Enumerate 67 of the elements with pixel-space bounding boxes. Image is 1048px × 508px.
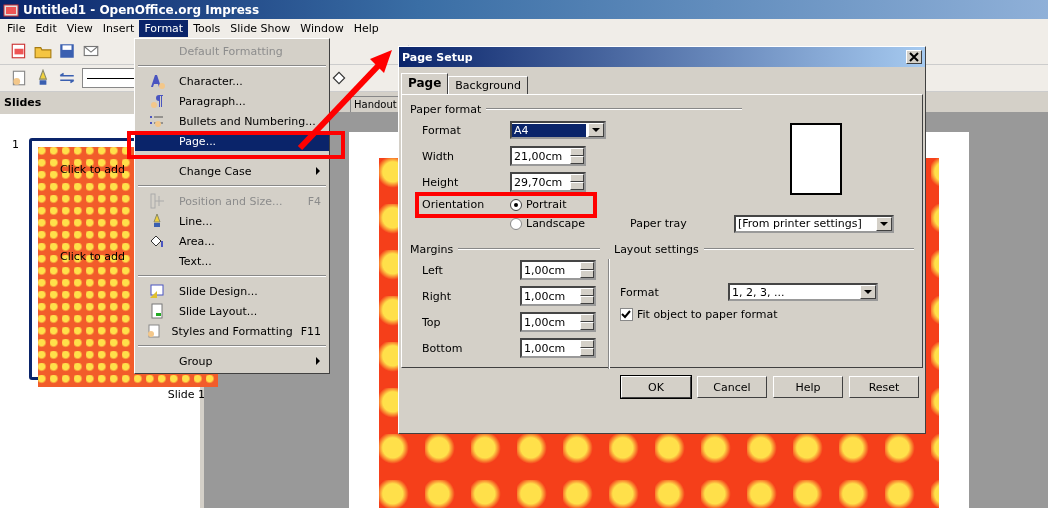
checkbox-label: Fit object to paper format <box>637 307 778 321</box>
field-label: Paper tray <box>630 217 688 230</box>
field-label: Bottom <box>421 341 464 355</box>
paint-bucket-icon <box>149 233 165 249</box>
save-icon[interactable] <box>58 42 76 60</box>
dialog-button[interactable]: Help <box>773 376 843 398</box>
slide-number: 1 <box>12 138 19 153</box>
placeholder-text: Click to add <box>60 163 125 176</box>
menu-item[interactable]: Insert <box>97 20 140 37</box>
menu-item[interactable]: Format <box>139 20 189 37</box>
dialog-tab[interactable]: Page <box>401 73 449 94</box>
menu-item[interactable]: Edit <box>30 20 62 37</box>
section-heading: Paper format <box>410 102 482 116</box>
margin-spin-field[interactable]: 1,00cm <box>520 312 596 332</box>
field-label: Right <box>421 289 452 303</box>
margin-spin-field[interactable]: 1,00cm <box>520 260 596 280</box>
menu-item[interactable]: Help <box>348 20 384 37</box>
format-dropdown[interactable]: A4 <box>510 121 606 139</box>
bullet-list-hand-icon <box>149 113 165 129</box>
menu-item[interactable]: Slide Show <box>225 20 296 37</box>
menu-item[interactable]: Bullets and Numbering... <box>135 111 329 131</box>
field-label: Format <box>421 123 462 137</box>
placeholder-text: Click to add <box>60 250 125 263</box>
close-icon <box>909 52 919 62</box>
dialog-tab[interactable]: Background <box>448 76 528 94</box>
paper-tray-dropdown[interactable]: [From printer settings] <box>734 214 894 233</box>
dialog-title: Page Setup <box>402 50 473 64</box>
letter-a-hand-icon <box>149 73 165 89</box>
radio-button[interactable] <box>510 198 522 211</box>
page-preview <box>790 123 842 195</box>
view-tab[interactable]: Handout <box>350 96 399 112</box>
field-label: Width <box>421 149 455 163</box>
width-spin-field[interactable]: 21,00cm <box>510 146 586 166</box>
slide-design-icon <box>149 283 165 299</box>
field-label: Height <box>421 175 460 189</box>
section-heading: Margins <box>410 242 454 256</box>
position-arrows-icon <box>149 193 165 209</box>
margin-spin-field[interactable]: 1,00cm <box>520 286 596 306</box>
hand-pointer-icon <box>145 323 162 339</box>
radio-label: Portrait <box>526 198 567 211</box>
menu-item[interactable]: Tools <box>188 20 226 37</box>
radio-label: Landscape <box>526 217 586 230</box>
field-label: Format <box>619 285 660 299</box>
dialog-button[interactable]: Reset <box>849 376 919 398</box>
slide-layout-icon <box>149 303 165 319</box>
dialog-button[interactable]: OK <box>621 376 691 398</box>
field-label: Left <box>421 263 444 277</box>
section-heading: Layout settings <box>614 242 699 256</box>
window-title: Untitled1 - OpenOffice.org Impress <box>23 2 260 17</box>
pilcrow-hand-icon <box>149 93 165 109</box>
app-icon <box>3 1 19 18</box>
paint-bucket-icon[interactable] <box>330 69 348 87</box>
hand-pointer-icon[interactable] <box>10 69 28 87</box>
menu-item[interactable]: View <box>61 20 98 37</box>
menu-item[interactable]: Character... <box>135 71 329 91</box>
close-button[interactable] <box>906 50 922 64</box>
menu-item[interactable]: File <box>2 20 31 37</box>
checkbox[interactable] <box>620 307 633 321</box>
dialog-button[interactable]: Cancel <box>697 376 767 398</box>
height-spin-field[interactable]: 29,70cm <box>510 172 586 192</box>
menu-item[interactable]: Window <box>295 20 349 37</box>
field-label: Top <box>421 315 442 329</box>
new-document-icon[interactable] <box>10 42 28 60</box>
page-number-format-dropdown[interactable]: 1, 2, 3, ... <box>728 283 878 301</box>
margin-spin-field[interactable]: 1,00cm <box>520 338 596 358</box>
slide-caption: Slide 1 <box>167 388 205 401</box>
field-label: Orientation <box>421 198 486 211</box>
